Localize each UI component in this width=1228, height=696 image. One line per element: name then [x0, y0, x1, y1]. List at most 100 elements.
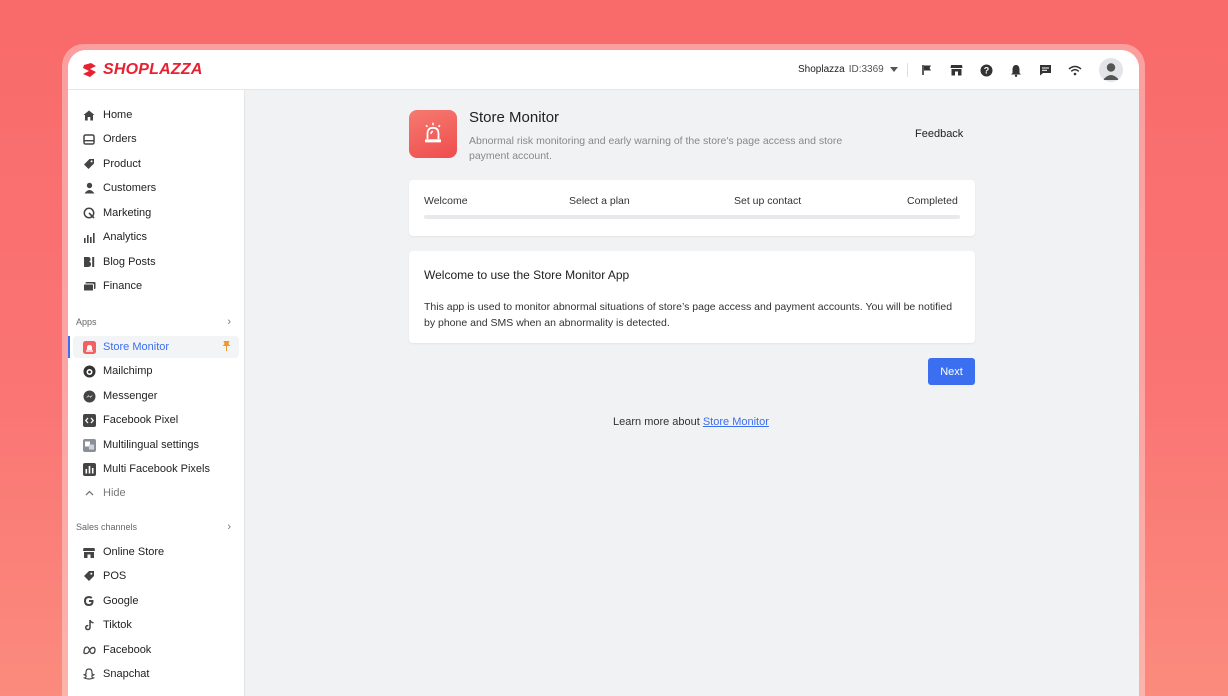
alarm-icon	[82, 340, 96, 354]
sidebar-item-finance[interactable]: Finance	[73, 275, 239, 297]
sidebar-item-marketing[interactable]: Marketing	[73, 202, 239, 224]
code-icon	[82, 413, 96, 427]
chat-icon[interactable]	[1037, 62, 1053, 78]
sidebar-item-pos[interactable]: POS	[73, 565, 239, 587]
sidebar-item-label: Home	[103, 109, 133, 121]
sidebar-item-label: Online Store	[103, 546, 165, 558]
sidebar-item-label: Google	[103, 595, 139, 607]
tag-icon	[82, 157, 96, 171]
orders-icon	[82, 132, 96, 146]
store-monitor-app-icon	[409, 110, 457, 158]
mailchimp-icon	[82, 364, 96, 378]
apps-section-header[interactable]: Apps ›	[76, 316, 231, 328]
help-icon[interactable]: ?	[978, 62, 994, 78]
active-indicator	[68, 336, 70, 358]
person-icon	[82, 181, 96, 195]
page-title: Store Monitor	[469, 109, 560, 126]
store-monitor-link[interactable]: Store Monitor	[703, 416, 769, 428]
blog-icon	[82, 255, 96, 269]
setup-steps-card: Welcome Select a plan Set up contact Com…	[409, 180, 975, 236]
sidebar-item-facebook-pixel[interactable]: Facebook Pixel	[73, 409, 239, 431]
hide-apps-toggle[interactable]: Hide	[73, 482, 239, 504]
sidebar-item-multilingual-settings[interactable]: Multilingual settings	[73, 434, 239, 456]
home-icon	[82, 108, 96, 122]
sales-channels-section-header[interactable]: Sales channels ›	[76, 521, 231, 533]
chevron-up-icon	[82, 486, 96, 500]
sidebar-item-label: Messenger	[103, 390, 158, 402]
sidebar-item-tiktok[interactable]: Tiktok	[73, 614, 239, 636]
sidebar-item-messenger[interactable]: Messenger	[73, 385, 239, 407]
meta-icon	[82, 643, 96, 657]
store-id: ID:3369	[848, 64, 884, 75]
sidebar-item-label: Snapchat	[103, 668, 150, 680]
flag-icon[interactable]	[919, 62, 935, 78]
sidebar-item-label: Facebook	[103, 644, 152, 656]
pixels-icon	[82, 462, 96, 476]
translate-icon	[82, 438, 96, 452]
store-icon[interactable]	[948, 62, 964, 78]
google-icon	[82, 594, 96, 608]
sidebar-item-analytics[interactable]: Analytics	[73, 226, 239, 248]
hide-label: Hide	[103, 487, 126, 499]
marketing-icon	[82, 206, 96, 220]
sidebar-item-facebook[interactable]: Facebook	[73, 639, 239, 661]
main-content: Store Monitor Abnormal risk monitoring a…	[245, 90, 1139, 696]
sidebar-item-label: Facebook Pixel	[103, 414, 179, 426]
tiktok-icon	[82, 618, 96, 632]
chevron-down-icon	[889, 67, 898, 72]
page-description: Abnormal risk monitoring and early warni…	[469, 135, 843, 162]
sidebar-item-online-store[interactable]: Online Store	[73, 541, 239, 563]
sidebar-item-label: Blog Posts	[103, 256, 156, 268]
sidebar-item-mailchimp[interactable]: Mailchimp	[73, 360, 239, 382]
setup-progress-bar	[424, 215, 960, 219]
avatar[interactable]	[1099, 58, 1123, 82]
step-completed: Completed	[907, 195, 958, 207]
sidebar-item-orders[interactable]: Orders	[73, 128, 239, 150]
bell-icon[interactable]	[1008, 62, 1024, 78]
sidebar-item-multi-facebook-pixels[interactable]: Multi Facebook Pixels	[73, 458, 239, 480]
store-icon	[82, 545, 96, 559]
sidebar-item-home[interactable]: Home	[73, 104, 239, 126]
store-switcher[interactable]: Shoplazza ID:3369	[798, 64, 898, 75]
alarm-icon	[425, 122, 441, 143]
learn-more-text: Learn more about	[613, 416, 700, 428]
sidebar-item-blog-posts[interactable]: Blog Posts	[73, 251, 239, 273]
bar-chart-icon	[82, 230, 96, 244]
sales-channels-label: Sales channels	[76, 522, 138, 532]
sidebar-item-label: Analytics	[103, 231, 148, 243]
sidebar-item-label: Finance	[103, 280, 143, 292]
shoplazza-logo-icon	[83, 63, 96, 77]
wifi-icon[interactable]	[1067, 62, 1083, 78]
messenger-icon	[82, 389, 96, 403]
brand-name: SHOPLAZZA	[103, 61, 203, 78]
svg-text:?: ?	[983, 65, 989, 75]
step-set-up-contact: Set up contact	[734, 195, 802, 207]
sidebar-item-snapchat[interactable]: Snapchat	[73, 663, 239, 685]
brand-logo[interactable]: SHOPLAZZA	[81, 59, 203, 81]
top-bar: SHOPLAZZA Shoplazza ID:3369 ?	[68, 50, 1139, 90]
sidebar-item-label: Tiktok	[103, 619, 132, 631]
pos-icon	[82, 569, 96, 583]
sidebar-item-product[interactable]: Product	[73, 153, 239, 175]
store-name: Shoplazza	[798, 64, 845, 75]
sidebar-item-label: Orders	[103, 133, 137, 145]
chevron-right-icon: ›	[227, 316, 231, 328]
welcome-body: This app is used to monitor abnormal sit…	[424, 301, 953, 329]
step-welcome: Welcome	[424, 195, 468, 207]
sidebar-item-label: Marketing	[103, 207, 152, 219]
sidebar: Home Orders Product Customers Marketing …	[68, 90, 245, 696]
pin-icon[interactable]	[222, 340, 231, 354]
sidebar-item-google[interactable]: Google	[73, 590, 239, 612]
sidebar-item-label: Multilingual settings	[103, 439, 199, 451]
sidebar-item-label: Customers	[103, 182, 157, 194]
learn-more: Learn more about Store Monitor	[613, 416, 769, 428]
sidebar-item-store-monitor[interactable]: Store Monitor	[73, 336, 239, 358]
finance-icon	[82, 279, 96, 293]
feedback-link[interactable]: Feedback	[915, 128, 963, 140]
app-window: SHOPLAZZA Shoplazza ID:3369 ? Home Order…	[68, 50, 1139, 696]
sidebar-item-label: Store Monitor	[103, 341, 170, 353]
next-button[interactable]: Next	[928, 358, 975, 385]
sidebar-item-customers[interactable]: Customers	[73, 177, 239, 199]
chevron-right-icon: ›	[227, 521, 231, 533]
apps-label: Apps	[76, 317, 97, 327]
